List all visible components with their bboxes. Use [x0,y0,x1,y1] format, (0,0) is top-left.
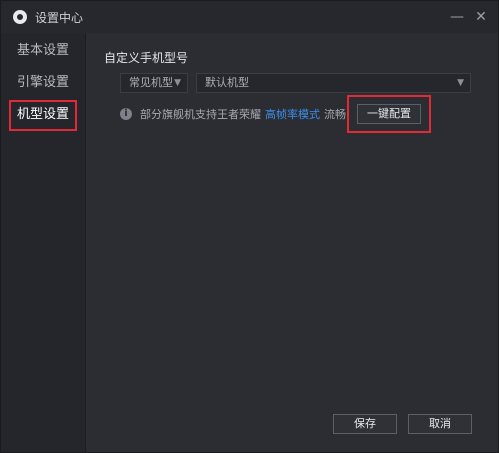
close-icon[interactable]: ✕ [473,9,489,25]
info-row: i 部分旗舰机支持王者荣耀 高帧率模式 流畅 [120,105,346,123]
section-title: 自定义手机型号 [104,51,189,65]
highlight-box-sidebar [9,100,77,131]
info-text-suffix: 流畅 [324,108,346,121]
device-type-select[interactable]: 常见机型 ▼ [120,73,188,93]
info-text: 部分旗舰机支持王者荣耀 [140,108,261,121]
device-model-value: 默认机型 [205,76,249,89]
info-icon: i [120,108,132,120]
settings-window: 设置中心 — ✕ 基本设置 引擎设置 机型设置 自定义手机型号 常见机型 ▼ 默… [0,0,499,453]
chevron-down-icon: ▼ [174,78,181,88]
save-button[interactable]: 保存 [333,414,397,434]
main-panel: 自定义手机型号 常见机型 ▼ 默认机型 ▼ i 部分旗舰机支持王者荣耀 高帧率模… [86,33,498,452]
sidebar: 基本设置 引擎设置 机型设置 [1,33,86,452]
sidebar-item-basic[interactable]: 基本设置 [1,37,85,65]
device-model-select[interactable]: 默认机型 ▼ [196,73,471,93]
minimize-icon[interactable]: — [449,9,465,25]
sidebar-item-engine[interactable]: 引擎设置 [1,69,85,97]
high-fps-link[interactable]: 高帧率模式 [265,106,320,122]
title-bar: 设置中心 — ✕ [1,1,498,33]
cancel-button[interactable]: 取消 [408,414,472,434]
chevron-down-icon: ▼ [457,78,464,88]
device-type-value: 常见机型 [129,76,173,89]
window-title: 设置中心 [35,10,84,25]
highlight-box-button [347,95,431,133]
app-logo-icon [13,10,27,24]
